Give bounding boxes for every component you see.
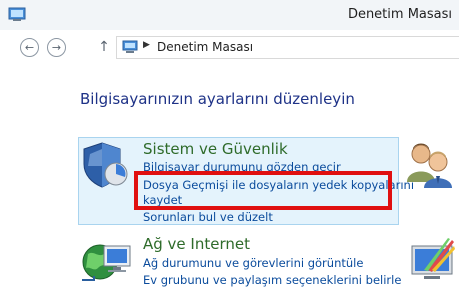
appearance-icon[interactable]	[404, 236, 456, 286]
breadcrumb-separator-icon[interactable]: ▶	[143, 40, 150, 50]
highlight-box	[134, 171, 392, 210]
forward-arrow-icon: →	[51, 41, 62, 54]
title-bar: Denetim Masası	[0, 0, 459, 30]
link-troubleshoot[interactable]: Sorunları bul ve düzelt	[143, 210, 273, 224]
network-globe-icon[interactable]	[80, 236, 132, 286]
shield-icon[interactable]	[80, 140, 130, 190]
forward-button[interactable]: →	[47, 38, 66, 57]
control-panel-icon	[122, 40, 138, 53]
up-button[interactable]: ↑	[97, 39, 111, 55]
category-title-system-security[interactable]: Sistem ve Güvenlik	[143, 140, 288, 158]
link-view-network-status[interactable]: Ağ durumunu ve görevlerini görüntüle	[143, 256, 363, 270]
user-accounts-icon[interactable]	[404, 140, 456, 190]
navigation-bar: ← → ↑ ▶ Denetim Masası	[0, 30, 459, 70]
address-bar[interactable]: ▶ Denetim Masası	[116, 36, 459, 59]
up-arrow-icon: ↑	[98, 39, 110, 55]
control-panel-icon	[8, 7, 26, 21]
breadcrumb-control-panel[interactable]: Denetim Masası	[157, 40, 253, 54]
link-homegroup-sharing[interactable]: Ev grubunu ve paylaşım seçeneklerini bel…	[143, 273, 401, 287]
category-title-network-internet[interactable]: Ağ ve Internet	[143, 235, 250, 253]
page-heading: Bilgisayarınızın ayarlarını düzenleyin	[80, 90, 355, 108]
window-title: Denetim Masası	[347, 7, 452, 22]
back-arrow-icon: ←	[24, 41, 35, 54]
back-button[interactable]: ←	[20, 38, 39, 57]
